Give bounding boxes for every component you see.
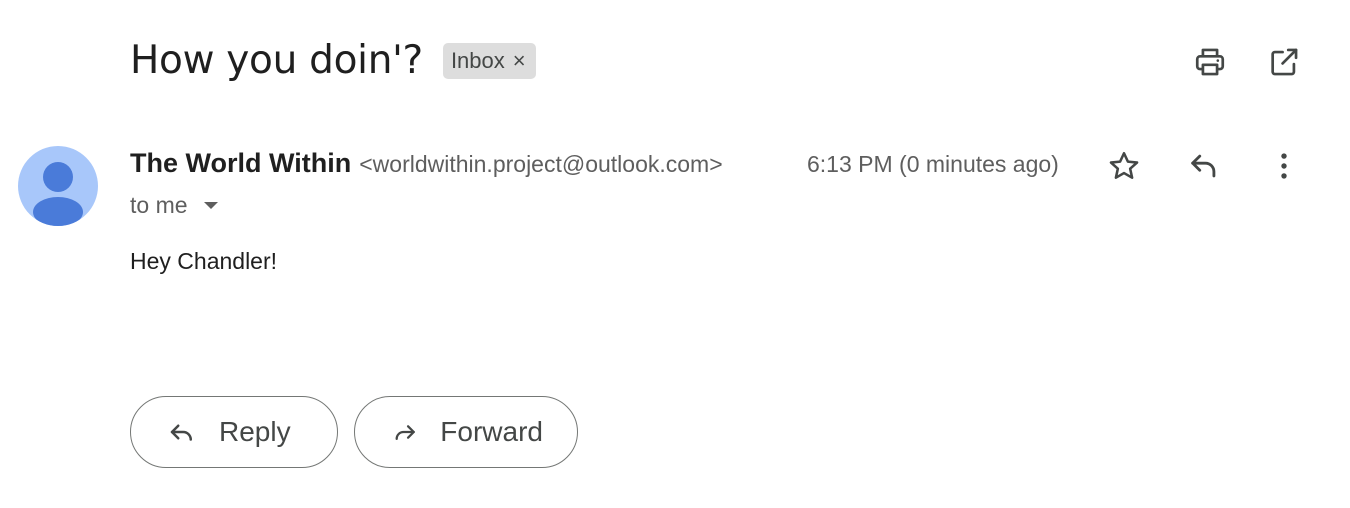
chevron-down-icon	[203, 202, 218, 209]
reply-icon[interactable]	[1186, 148, 1222, 184]
forward-button-label: Forward	[440, 416, 543, 447]
default-avatar-icon	[33, 162, 83, 226]
forward-arrow-icon	[395, 425, 415, 440]
remove-label-icon[interactable]: ×	[513, 49, 526, 72]
star-icon[interactable]	[1106, 148, 1142, 184]
inbox-label-chip[interactable]: Inbox ×	[442, 42, 536, 79]
thread-toolbar	[1192, 44, 1302, 80]
email-subject: How you doin'?	[130, 38, 423, 83]
forward-button[interactable]: Forward	[354, 396, 578, 468]
sender-name[interactable]: The World Within	[130, 148, 351, 179]
open-in-new-window-icon[interactable]	[1266, 44, 1302, 80]
email-body: Hey Chandler!	[130, 248, 278, 274]
print-icon[interactable]	[1192, 44, 1228, 80]
message-actions: Reply Forward	[130, 396, 578, 468]
recipient-text: to me	[130, 192, 188, 218]
reply-button[interactable]: Reply	[130, 396, 338, 468]
message-toolbar	[1106, 148, 1302, 184]
label-chip-text: Inbox	[450, 47, 505, 73]
subject-row: How you doin'? Inbox ×	[130, 38, 536, 83]
email-view: How you doin'? Inbox × The World Within …	[0, 0, 1350, 508]
reply-arrow-icon	[170, 424, 192, 441]
sender-row: The World Within <worldwithin.project@ou…	[130, 148, 723, 179]
reply-button-label: Reply	[219, 416, 291, 447]
recipient-details-toggle[interactable]: to me	[130, 192, 218, 219]
email-timestamp: 6:13 PM (0 minutes ago)	[807, 151, 1059, 177]
more-vertical-icon[interactable]	[1266, 148, 1302, 184]
sender-email: <worldwithin.project@outlook.com>	[359, 151, 723, 177]
sender-avatar[interactable]	[18, 146, 98, 226]
